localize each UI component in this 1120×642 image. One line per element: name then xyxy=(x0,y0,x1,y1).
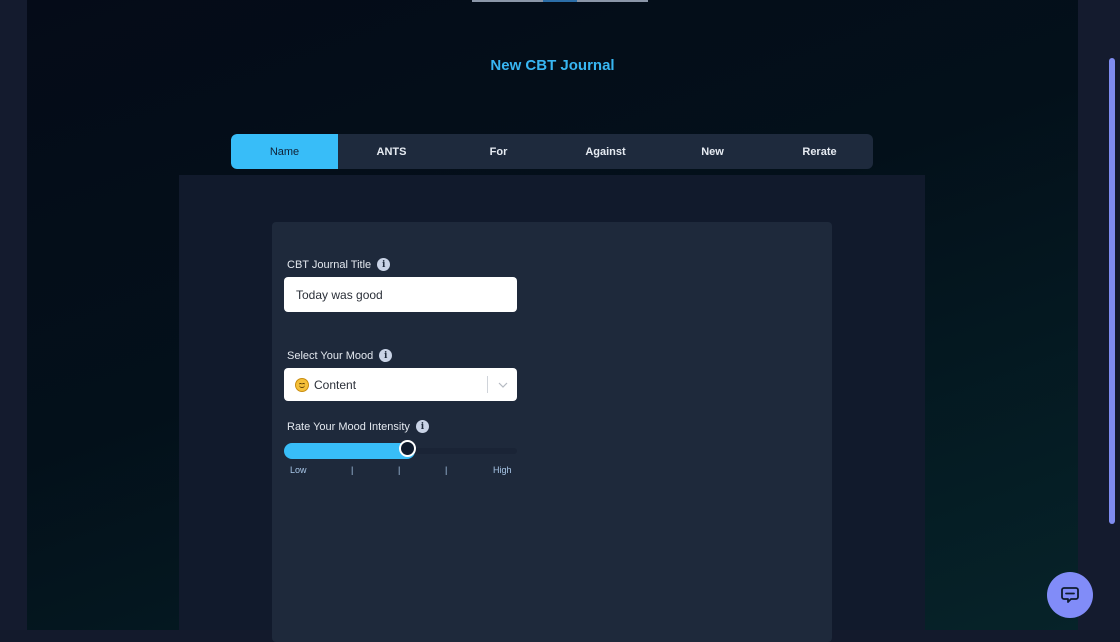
tab-new[interactable]: New xyxy=(659,134,766,169)
journal-title-label-row: CBT Journal Title i xyxy=(287,258,391,271)
info-icon[interactable]: i xyxy=(377,258,391,271)
scrollbar-thumb[interactable] xyxy=(1109,58,1115,524)
tab-name[interactable]: Name xyxy=(231,134,338,169)
journal-form-card: CBT Journal Title i Select Your Mood i C… xyxy=(272,222,832,642)
intensity-label: Rate Your Mood Intensity xyxy=(287,420,410,433)
tab-for[interactable]: For xyxy=(445,134,552,169)
main-area: New CBT Journal Name ANTS For Against Ne… xyxy=(27,0,1078,642)
smiling-face-icon xyxy=(295,377,309,392)
intensity-tick: | xyxy=(445,465,448,475)
tab-ants[interactable]: ANTS xyxy=(338,134,445,169)
tab-against[interactable]: Against xyxy=(552,134,659,169)
tab-rerate[interactable]: Rerate xyxy=(766,134,873,169)
chat-button[interactable] xyxy=(1047,572,1093,618)
page-title: New CBT Journal xyxy=(490,57,615,74)
mood-select[interactable]: Content xyxy=(284,368,517,401)
slider-fill xyxy=(284,443,415,459)
step-tabs: Name ANTS For Against New Rerate xyxy=(231,134,873,169)
top-nav-fragment xyxy=(577,0,648,2)
info-icon[interactable]: i xyxy=(379,349,393,362)
journal-title-input[interactable] xyxy=(284,277,517,312)
mood-select-value: Content xyxy=(314,377,357,392)
intensity-label-row: Rate Your Mood Intensity i xyxy=(287,420,429,433)
slider-thumb[interactable] xyxy=(399,440,416,457)
mood-intensity-slider[interactable] xyxy=(284,440,517,459)
intensity-low-label: Low xyxy=(290,465,307,475)
left-gutter xyxy=(0,0,27,630)
chat-icon xyxy=(1061,587,1079,603)
chevron-down-icon[interactable] xyxy=(488,382,517,388)
journal-title-label: CBT Journal Title xyxy=(287,258,372,271)
mood-label-row: Select Your Mood i xyxy=(287,349,393,362)
intensity-high-label: High xyxy=(493,465,512,475)
top-nav-fragment-active xyxy=(543,0,577,2)
intensity-tick: | xyxy=(351,465,354,475)
intensity-tick: | xyxy=(398,465,401,475)
info-icon[interactable]: i xyxy=(415,420,429,433)
top-nav-fragment xyxy=(472,0,543,2)
content-panel: CBT Journal Title i Select Your Mood i C… xyxy=(179,175,925,642)
mood-label: Select Your Mood xyxy=(287,349,374,362)
